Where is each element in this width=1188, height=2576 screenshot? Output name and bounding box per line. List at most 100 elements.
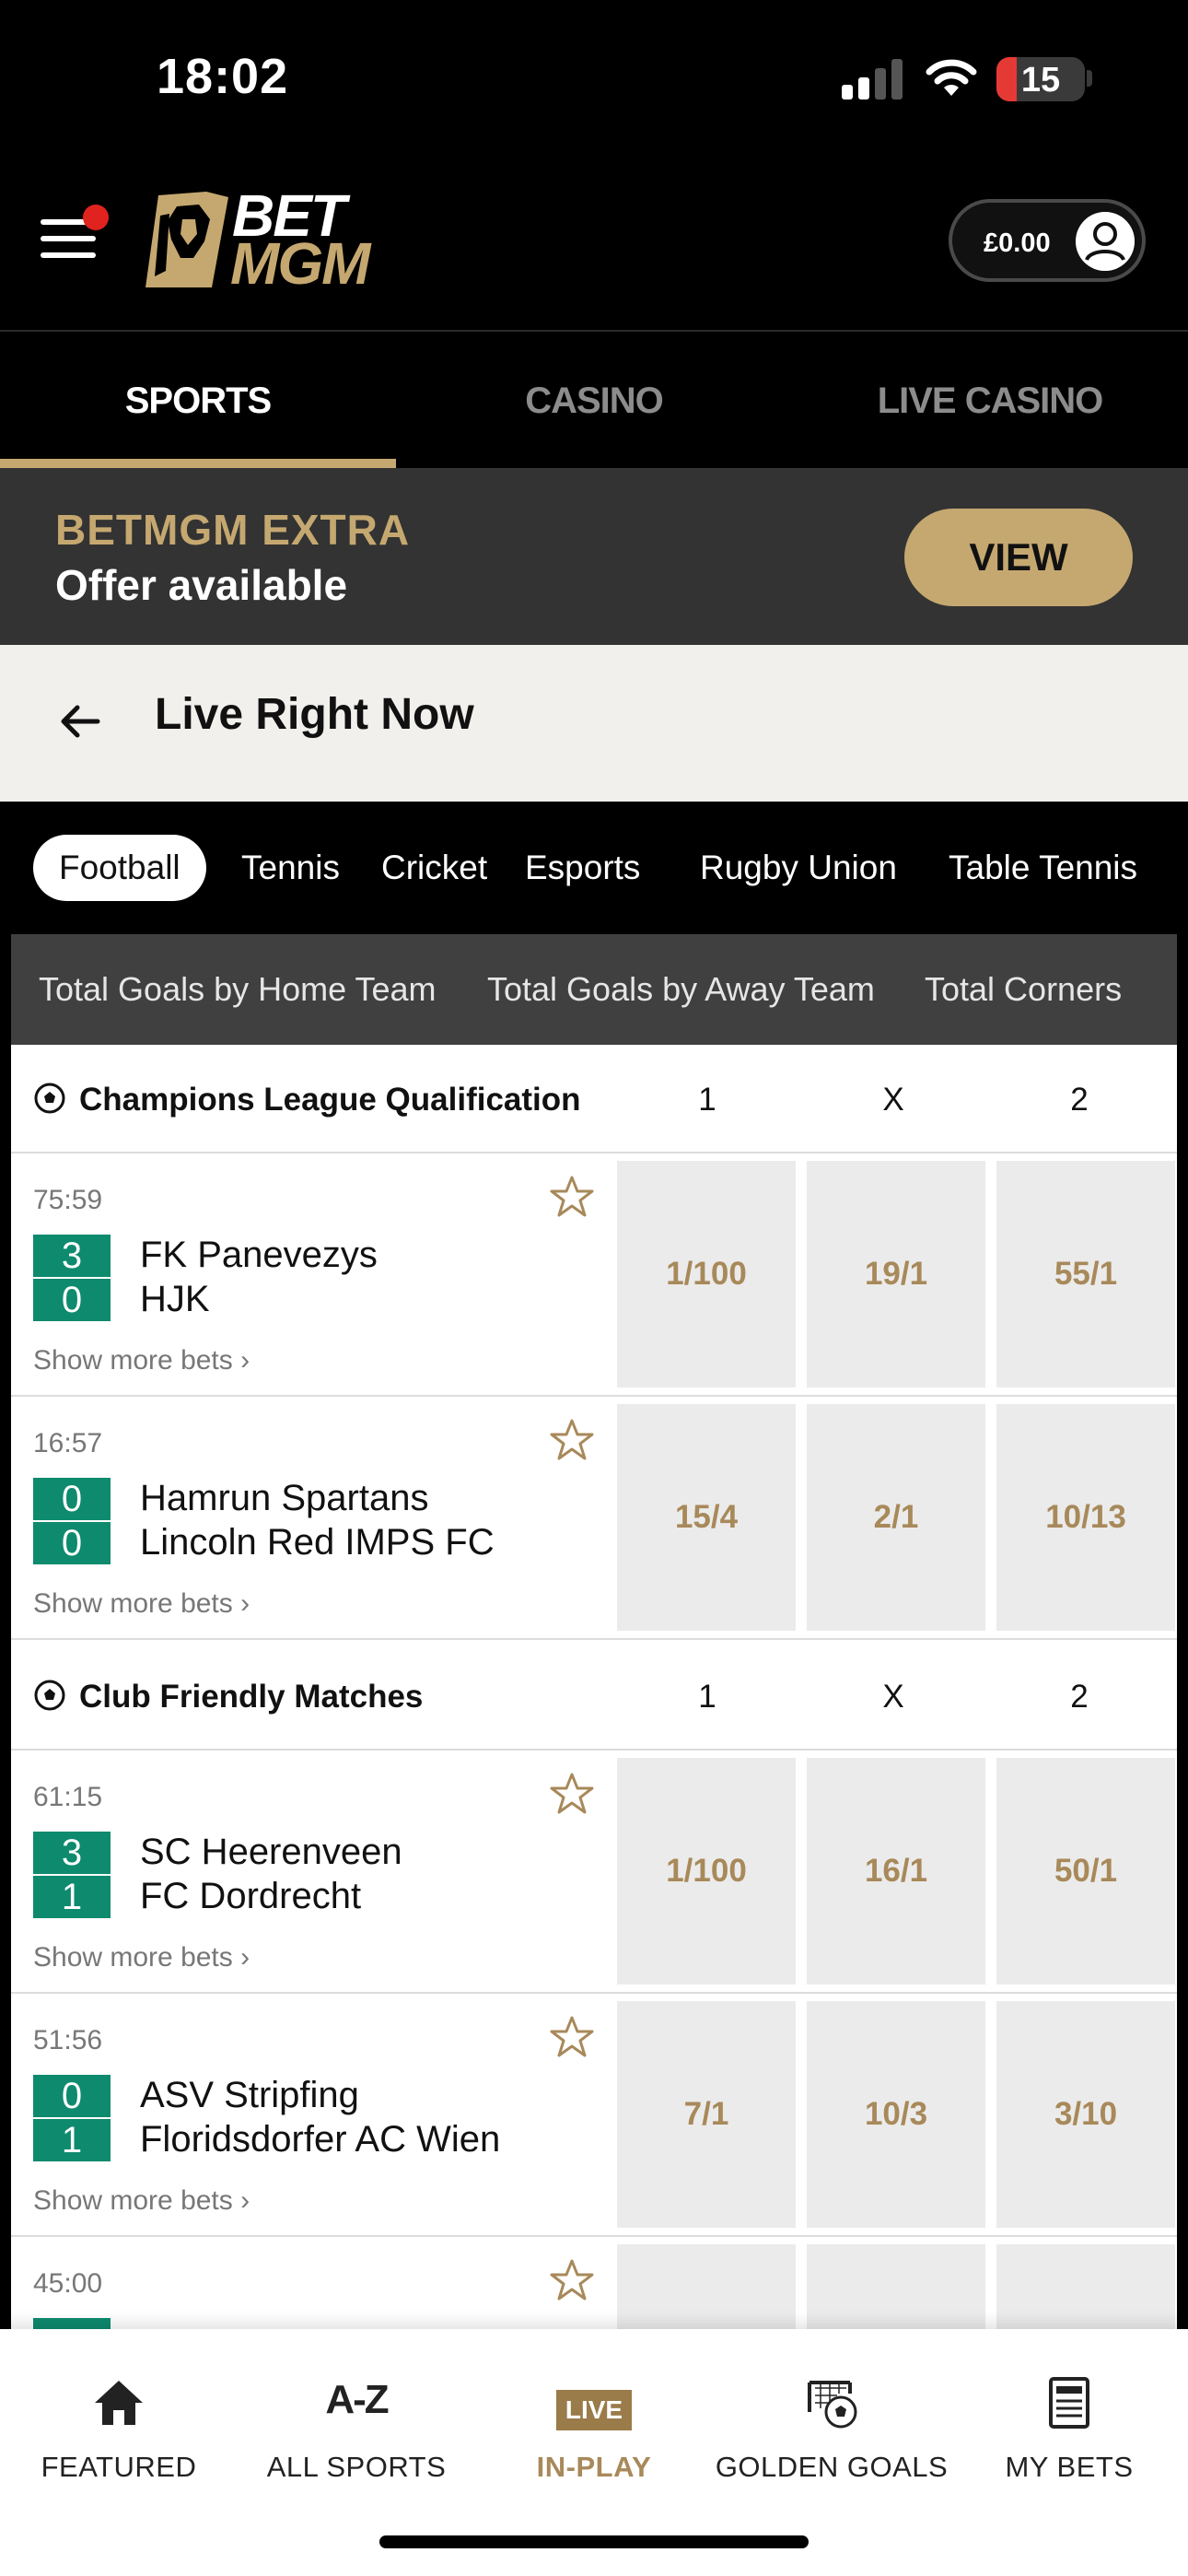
tab-my-bets[interactable]: MY BETS (950, 2366, 1188, 2495)
odds-away-button[interactable]: 3/10 (996, 2001, 1175, 2228)
odds-draw-button[interactable]: 2/1 (807, 1404, 985, 1631)
battery-icon: 15 (996, 57, 1085, 101)
view-offer-button[interactable]: VIEW (904, 509, 1133, 606)
tab-all-sports[interactable]: A-Z ALL SPORTS (238, 2366, 475, 2495)
show-more-bets-link[interactable]: Show more bets › (33, 1942, 250, 1973)
match-clock: 45:00 (33, 2268, 103, 2299)
match-clock: 75:59 (33, 1185, 103, 1215)
tab-label: ALL SPORTS (266, 2451, 447, 2483)
star-icon[interactable] (549, 1174, 595, 1220)
golden-goals-icon (808, 2381, 857, 2429)
wifi-icon (926, 59, 977, 96)
odds-draw-button[interactable] (807, 2244, 985, 2329)
odds-away-button[interactable]: 10/13 (996, 1404, 1175, 1631)
market-total-goals-away[interactable]: Total Goals by Away Team (487, 934, 875, 1045)
star-icon[interactable] (549, 2014, 595, 2060)
column-away: 2 (1070, 1679, 1089, 1715)
tab-live-casino[interactable]: LIVE CASINO (792, 334, 1188, 468)
event-row[interactable]: 51:56 0 1 ASV Stripfing Floridsdorfer AC… (11, 1994, 1177, 2237)
column-away: 2 (1070, 1082, 1089, 1118)
away-team: Lincoln Red IMPS FC (140, 1522, 495, 1563)
sport-filter-bar: Football Tennis Cricket Esports Rugby Un… (11, 802, 1177, 934)
home-score (33, 2318, 111, 2329)
lion-logo-icon (146, 192, 228, 287)
show-more-bets-link[interactable]: Show more bets › (33, 1588, 250, 1620)
chip-football[interactable]: Football (33, 835, 206, 901)
chevron-right-icon: › (240, 1588, 250, 1619)
tab-featured[interactable]: FEATURED (0, 2366, 238, 2495)
chip-table-tennis[interactable]: Table Tennis (923, 835, 1163, 901)
event-row[interactable]: 75:59 3 0 FK Panevezys HJK Show more bet… (11, 1153, 1177, 1397)
home-team: SC Heerenveen (140, 1832, 402, 1872)
away-score: 1 (33, 1876, 111, 1918)
event-row[interactable]: 16:57 0 0 Hamrun Spartans Lincoln Red IM… (11, 1397, 1177, 1640)
match-clock: 16:57 (33, 1428, 103, 1458)
back-arrow-icon[interactable] (55, 697, 105, 746)
star-icon[interactable] (549, 2257, 595, 2303)
betslip-icon (1049, 2377, 1089, 2429)
odds-home-button[interactable]: 1/100 (617, 1161, 796, 1388)
chevron-right-icon: › (240, 2185, 250, 2216)
tab-in-play[interactable]: LIVE IN-PLAY (475, 2366, 713, 2495)
competition-header[interactable]: Club Friendly Matches 1 X 2 (11, 1642, 1177, 1751)
chip-rugby-union[interactable]: Rugby Union (674, 835, 923, 901)
football-icon (34, 1083, 65, 1114)
match-clock: 61:15 (33, 1782, 103, 1812)
chip-esports[interactable]: Esports (499, 835, 666, 901)
odds-away-button[interactable]: 55/1 (996, 1161, 1175, 1388)
a-z-icon: A-Z (325, 2377, 389, 2422)
chip-cricket[interactable]: Cricket (355, 835, 513, 901)
home-score: 0 (33, 2075, 111, 2117)
event-row[interactable]: 61:15 3 1 SC Heerenveen FC Dordrecht Sho… (11, 1751, 1177, 1994)
odds-home-button[interactable] (617, 2244, 796, 2329)
promo-banner: BETMGM EXTRA Offer available VIEW (0, 468, 1188, 645)
tab-sports[interactable]: SPORTS (0, 334, 396, 468)
product-nav: SPORTS CASINO LIVE CASINO (0, 334, 1188, 468)
odds-home-button[interactable]: 7/1 (617, 2001, 796, 2228)
odds-away-button[interactable] (996, 2244, 1175, 2329)
home-team: ASV Stripfing (140, 2075, 359, 2115)
match-clock: 51:56 (33, 2025, 103, 2055)
tab-label: IN-PLAY (536, 2451, 652, 2483)
away-score: 0 (33, 1279, 111, 1321)
home-team: FK Panevezys (140, 1235, 378, 1275)
menu-button[interactable] (37, 205, 109, 267)
away-team: Floridsdorfer AC Wien (140, 2119, 501, 2160)
odds-draw-button[interactable]: 10/3 (807, 2001, 985, 2228)
star-icon[interactable] (549, 1771, 595, 1817)
odds-away-button[interactable]: 50/1 (996, 1758, 1175, 1985)
market-total-corners[interactable]: Total Corners (925, 934, 1122, 1045)
logo-text-mgm: MGM (230, 230, 370, 297)
away-team: FC Dordrecht (140, 1876, 362, 1916)
away-score: 0 (33, 1522, 111, 1564)
show-more-bets-link[interactable]: Show more bets › (33, 2185, 250, 2217)
show-more-label: Show more bets (33, 1588, 233, 1619)
chip-tennis[interactable]: Tennis (215, 835, 366, 901)
event-row[interactable]: 45:00 (11, 2237, 1177, 2329)
home-indicator (379, 2535, 809, 2548)
show-more-bets-link[interactable]: Show more bets › (33, 1345, 250, 1376)
market-filter-bar: Total Goals by Home Team Total Goals by … (11, 934, 1177, 1045)
show-more-label: Show more bets (33, 2185, 233, 2216)
star-icon[interactable] (549, 1417, 595, 1463)
market-total-goals-home[interactable]: Total Goals by Home Team (39, 934, 437, 1045)
odds-draw-button[interactable]: 16/1 (807, 1758, 985, 1985)
home-icon (95, 2381, 143, 2425)
battery-level: 15 (1020, 61, 1061, 100)
odds-home-button[interactable]: 1/100 (617, 1758, 796, 1985)
tab-casino[interactable]: CASINO (396, 334, 792, 468)
betmgm-logo[interactable]: BET MGM (140, 186, 370, 297)
account-button[interactable]: £0.00 (949, 199, 1146, 282)
tab-golden-goals[interactable]: GOLDEN GOALS (713, 2366, 950, 2495)
odds-draw-button[interactable]: 19/1 (807, 1161, 985, 1388)
competition-name: Club Friendly Matches (79, 1679, 424, 1715)
competition-header[interactable]: Champions League Qualification 1 X 2 (11, 1045, 1177, 1153)
competition-name: Champions League Qualification (79, 1082, 581, 1118)
active-tab-indicator (0, 459, 396, 468)
chevron-right-icon: › (240, 1942, 250, 1973)
odds-home-button[interactable]: 15/4 (617, 1404, 796, 1631)
football-icon (34, 1680, 65, 1711)
account-balance: £0.00 (984, 228, 1051, 258)
tab-label: GOLDEN GOALS (715, 2451, 949, 2483)
away-team: HJK (140, 1279, 210, 1319)
